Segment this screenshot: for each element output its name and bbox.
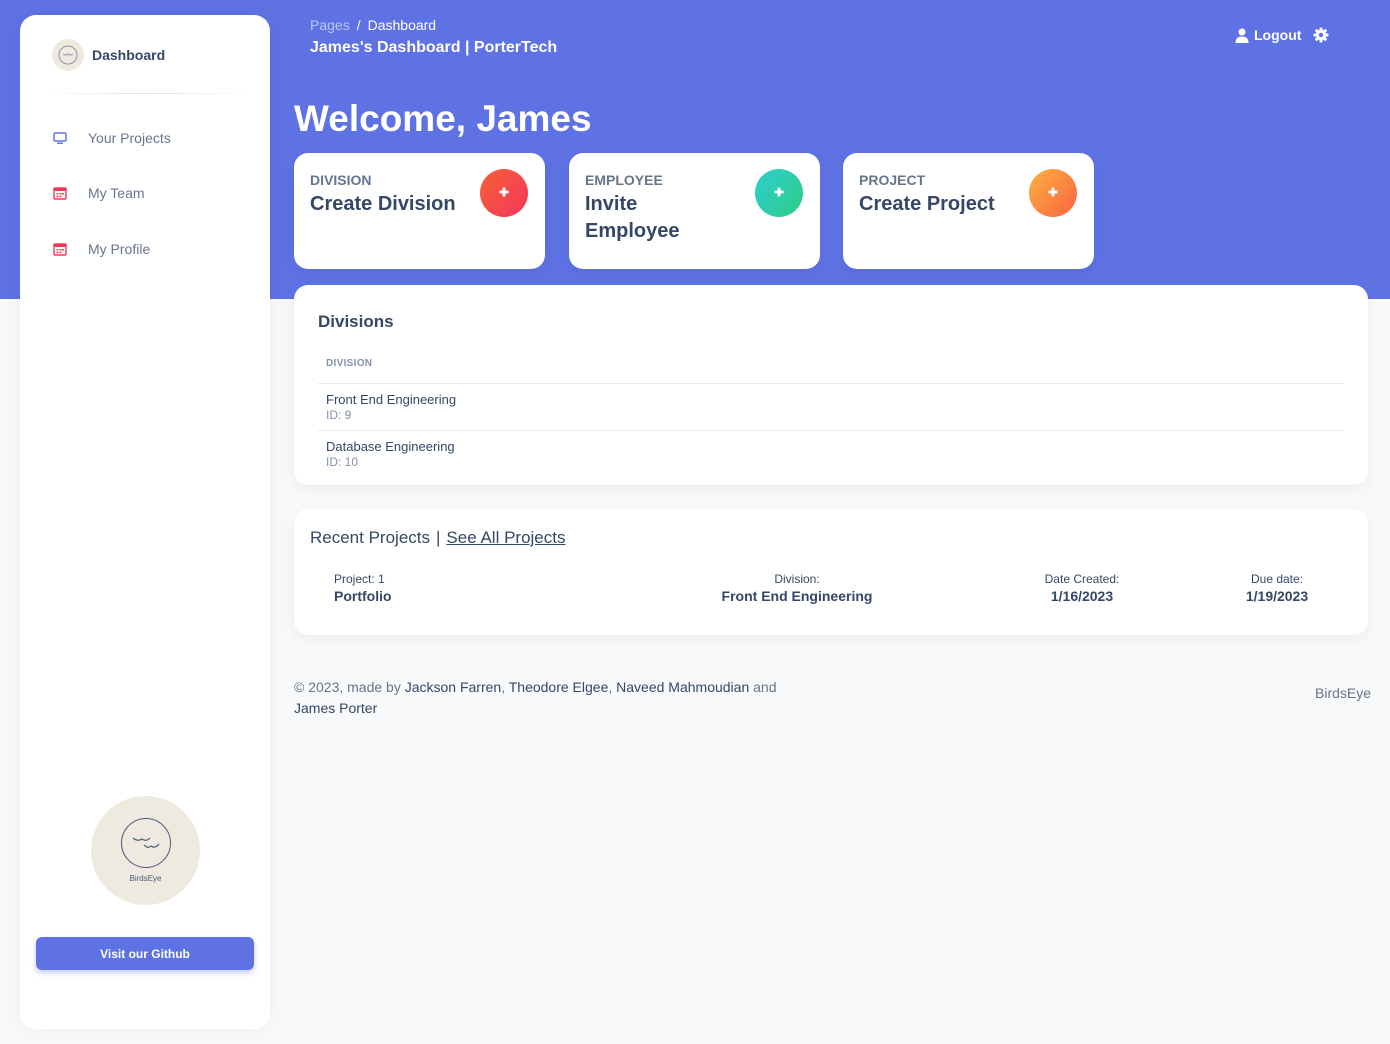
card-category: Project [859, 172, 926, 188]
card-title: Invite Employee [585, 193, 680, 242]
due-date-value: 1/19/2023 [1245, 588, 1309, 604]
sidebar-item-label: Your Projects [88, 130, 171, 146]
project-number-label: Project: 1 [334, 572, 385, 586]
user-icon [1235, 28, 1249, 43]
create-division-button[interactable] [480, 169, 528, 217]
breadcrumb-root-link[interactable]: Pages [310, 17, 350, 33]
invite-employee-button[interactable] [755, 169, 803, 217]
division-name: Front End Engineering [326, 392, 457, 407]
gear-icon[interactable] [1313, 27, 1329, 43]
invite-employee-card[interactable]: Employee Invite Employee [569, 153, 820, 269]
create-division-card[interactable]: Division Create Division [294, 153, 545, 269]
sidebar-brand[interactable]: Dashboard [52, 39, 165, 71]
plus-icon [1048, 184, 1058, 202]
author-link[interactable]: Theodore Elgee [509, 679, 609, 695]
page-title: James's Dashboard | PorterTech [310, 39, 558, 56]
table-row[interactable]: Database Engineering ID: 10 [318, 430, 1344, 477]
recent-projects-title: Recent Projects [310, 528, 430, 547]
breadcrumb: Pages / Dashboard [310, 17, 436, 33]
date-created-value: 1/16/2023 [1050, 588, 1114, 604]
monitor-icon [52, 130, 68, 146]
create-project-button[interactable] [1029, 169, 1077, 217]
footer-brand: BirdsEye [1315, 685, 1372, 701]
visit-github-button[interactable]: Visit our Github [36, 937, 254, 970]
division-id: ID: 10 [326, 455, 359, 469]
create-project-card[interactable]: Project Create Project [843, 153, 1094, 269]
division-value: Front End Engineering [721, 588, 873, 604]
footer-prefix: © 2023, made by [294, 679, 401, 695]
card-category: Employee [585, 172, 663, 188]
bird-icon [120, 818, 171, 868]
card-title: Create Division [310, 193, 456, 215]
brand-logo-icon [52, 39, 84, 71]
birdseye-logo: BirdsEye [91, 796, 200, 905]
sidebar: Dashboard Your Projects My Team My Profi… [20, 15, 270, 1029]
project-name[interactable]: Portfolio [334, 588, 392, 604]
title-separator: | [436, 528, 441, 547]
card-category: Division [310, 172, 372, 188]
plus-icon [499, 184, 509, 202]
sidebar-divider [40, 93, 250, 94]
recent-projects-header: Recent Projects | See All Projects [310, 528, 565, 548]
calendar-icon [52, 241, 68, 257]
breadcrumb-current: Dashboard [367, 17, 437, 33]
divisions-title: Divisions [318, 312, 394, 331]
plus-icon [774, 184, 784, 202]
recent-projects-panel: Recent Projects | See All Projects Proje… [294, 509, 1368, 635]
table-row[interactable]: Front End Engineering ID: 9 [318, 383, 1344, 430]
sidebar-item-your-projects[interactable]: Your Projects [52, 126, 171, 150]
sidebar-item-label: My Team [88, 185, 145, 201]
logo-text: BirdsEye [129, 874, 162, 883]
footer-comma: , [608, 679, 613, 695]
author-link[interactable]: Naveed Mahmoudian [616, 679, 749, 695]
due-date-label: Due date: [1250, 572, 1304, 586]
logout-label: Logout [1254, 27, 1302, 43]
welcome-heading: Welcome, James [294, 98, 592, 139]
card-title: Create Project [859, 193, 995, 215]
footer-and: and [753, 679, 777, 695]
date-created-label: Date Created: [1044, 572, 1120, 586]
sidebar-item-my-profile[interactable]: My Profile [52, 237, 150, 261]
division-column-header: Division [326, 358, 373, 369]
see-all-projects-link[interactable]: See All Projects [446, 528, 565, 548]
divisions-panel: Divisions Division Front End Engineering… [294, 285, 1368, 485]
author-link[interactable]: James Porter [294, 700, 377, 716]
division-label: Division: [774, 572, 820, 586]
division-id: ID: 9 [326, 408, 352, 422]
footer-credits: © 2023, made by Jackson Farren, Theodore… [294, 677, 814, 719]
sidebar-item-label: My Profile [88, 241, 151, 257]
author-link[interactable]: Jackson Farren [405, 679, 501, 695]
calendar-icon [52, 185, 68, 201]
logout-button[interactable]: Logout [1235, 27, 1301, 43]
footer-comma: , [501, 679, 506, 695]
breadcrumb-separator: / [356, 17, 361, 33]
division-name: Database Engineering [326, 439, 455, 454]
brand-name: Dashboard [92, 47, 166, 63]
sidebar-item-my-team[interactable]: My Team [52, 181, 145, 205]
